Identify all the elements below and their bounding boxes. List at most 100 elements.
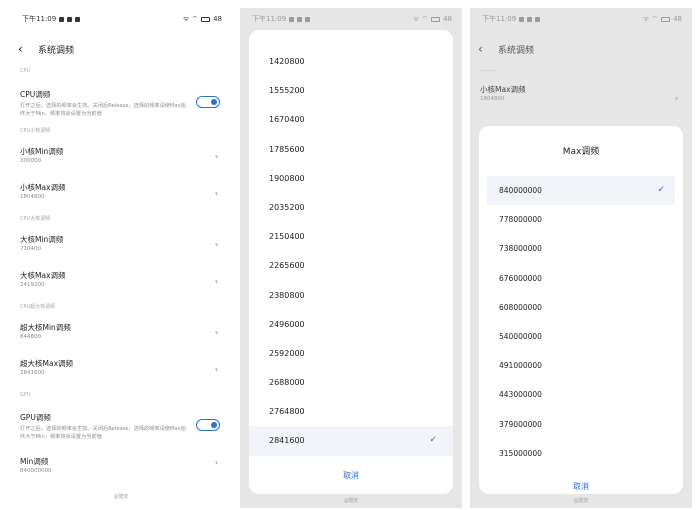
frequency-option[interactable]: 1420800	[249, 47, 453, 76]
frequency-option[interactable]: 2150400	[249, 222, 453, 251]
watermark: @酷安	[113, 494, 129, 500]
row-value: 1804800	[480, 96, 505, 102]
gpu-min-row[interactable]: Min调频 840000000 ▾	[10, 448, 232, 478]
screen-system-frequency: 下午11:09 ᯤ ⌔ 48 ‹ 系统调频 CPU CPU调频 打开之后，选择的…	[10, 8, 232, 508]
chevron-down-icon: ▾	[214, 329, 218, 337]
section-header-super-core: CPU超大核调频	[20, 304, 56, 310]
chevron-down-icon: ▾	[214, 366, 218, 374]
frequency-option[interactable]: 2841600 ✓	[249, 426, 453, 456]
option-label: 1900800	[269, 173, 305, 183]
small-core-min-row[interactable]: 小核Min调频 300000 ▾	[10, 138, 232, 176]
frequency-option[interactable]: 379000000	[487, 410, 675, 439]
cpu-freq-switch[interactable]	[196, 96, 220, 108]
gpu-freq-toggle-row[interactable]: GPU调频 打开之后，选择的频率会生效。关闭后Release，选择的频率请使Ma…	[10, 402, 232, 448]
frequency-option[interactable]: 2592000	[249, 339, 453, 368]
frequency-option[interactable]: 840000000 ✓	[487, 176, 675, 206]
frequency-option-list: 840000000 ✓ 778000000 738000000 676000000 608…	[479, 176, 683, 468]
option-label: 2841600	[269, 436, 305, 446]
option-label: 738000000	[499, 244, 542, 254]
checkmark-icon: ✓	[429, 435, 437, 446]
big-core-min-row[interactable]: 大核Min调频 710400 ▾	[10, 226, 232, 264]
row-value: 844800	[20, 334, 41, 340]
option-label: 540000000	[499, 331, 542, 341]
frequency-option[interactable]: 778000000	[487, 205, 675, 234]
frequency-option[interactable]: 2265600	[249, 251, 453, 280]
frequency-option[interactable]: 315000000	[487, 439, 675, 468]
option-label: 491000000	[499, 361, 542, 371]
frequency-option[interactable]: 491000000	[487, 351, 675, 380]
row-title: 超大核Min调频	[20, 323, 71, 332]
watermark: @酷安	[343, 498, 359, 504]
row-title: CPU调频	[20, 90, 51, 99]
chevron-down-icon: ▾	[214, 190, 218, 198]
frequency-option[interactable]: 1670400	[249, 105, 453, 134]
option-label: 1555200	[269, 86, 305, 96]
frequency-option[interactable]: 2380800	[249, 281, 453, 310]
notification-icon	[535, 16, 541, 22]
frequency-option[interactable]: 443000000	[487, 380, 675, 409]
notification-icon	[297, 16, 303, 22]
status-bar: 下午11:09 ᯤ ⌔ 48	[10, 8, 232, 30]
frequency-option[interactable]: 2764800	[249, 397, 453, 426]
option-label: 2150400	[269, 232, 305, 242]
gpu-freq-switch[interactable]	[196, 419, 220, 431]
status-time: 下午11:09	[22, 15, 57, 23]
option-label: 2496000	[269, 319, 305, 329]
cpu-freq-toggle-row[interactable]: CPU调频 打开之后，选择的频率会生效。关闭后Release，选择的频率请使Ma…	[10, 80, 232, 124]
nav-bar: ‹ 系统调频	[470, 38, 692, 60]
option-label: 840000000	[499, 186, 542, 195]
cancel-button[interactable]: 取消	[479, 468, 683, 494]
section-header-cpu: CPU	[20, 68, 31, 74]
chevron-down-icon: ▾	[214, 278, 218, 286]
section-header-gpu: GPU	[20, 392, 31, 398]
super-core-min-row[interactable]: 超大核Min调频 844800 ▾	[10, 314, 232, 352]
screen-max-frequency-dialog: 下午11:09 ᯤ ⌔ 48 ‹ 系统调频 ------ 小核Max调频 180…	[470, 8, 692, 508]
option-label: 676000000	[499, 273, 542, 283]
frequency-picker-dialog: 1420800 1555200 1670400 1785600 1900800 20352…	[249, 30, 453, 494]
frequency-option[interactable]: 2035200	[249, 193, 453, 222]
frequency-option[interactable]: 540000000	[487, 322, 675, 351]
row-title: 小核Min调频	[20, 147, 64, 156]
cancel-button[interactable]: 取消	[249, 456, 453, 494]
row-value: 2841600	[20, 370, 45, 376]
row-title: 大核Max调频	[20, 271, 66, 280]
watermark: @酷安	[573, 498, 589, 504]
status-time: 下午11:09	[482, 15, 517, 23]
small-core-max-row[interactable]: 小核Max调频 1804800 ▾	[10, 176, 232, 212]
frequency-option[interactable]: 2496000	[249, 310, 453, 339]
chevron-down-icon: ▾	[214, 459, 218, 467]
notification-icon	[527, 16, 533, 22]
chevron-left-icon[interactable]: ‹	[478, 43, 494, 55]
row-description: 打开之后，选择的频率会生效。关闭后Release，选择的频率请使Max始终大于M…	[20, 103, 186, 117]
frequency-option[interactable]: 738000000	[487, 234, 675, 263]
frequency-option-list: 1420800 1555200 1670400 1785600 1900800 20352…	[249, 30, 453, 456]
battery-level: 48	[673, 15, 682, 23]
row-title: 小核Max调频	[480, 85, 526, 94]
battery-icon	[201, 16, 211, 22]
frequency-option[interactable]: 1555200	[249, 76, 453, 105]
option-label: 2764800	[269, 407, 305, 417]
frequency-option[interactable]: 676000000	[487, 264, 675, 293]
chevron-down-icon: ▾	[674, 95, 678, 103]
option-label: 2380800	[269, 290, 305, 300]
big-core-max-row[interactable]: 大核Max调频 2419200 ▾	[10, 264, 232, 300]
signal-wifi-icon: ᯤ ⌔	[182, 14, 199, 23]
section-header-small-core: CPU小核调频	[20, 128, 51, 134]
section-header-big-core: CPU大核调频	[20, 216, 51, 222]
row-value: 300000	[20, 158, 41, 164]
frequency-option[interactable]: 2688000	[249, 368, 453, 397]
battery-icon	[431, 16, 441, 22]
row-title: 超大核Max调频	[20, 359, 74, 368]
small-core-max-row[interactable]: 小核Max调频 1804800 ▾	[470, 84, 692, 114]
chevron-left-icon[interactable]: ‹	[18, 43, 34, 55]
frequency-option[interactable]: 608000000	[487, 293, 675, 322]
section-header: ------	[480, 68, 497, 74]
super-core-max-row[interactable]: 超大核Max调频 2841600 ▾	[10, 352, 232, 388]
chevron-down-icon: ▾	[214, 153, 218, 161]
option-label: 379000000	[499, 419, 542, 429]
max-frequency-dialog: Max调频 840000000 ✓ 778000000 738000000 676000…	[479, 126, 683, 494]
row-value: 840000000	[20, 468, 52, 474]
frequency-option[interactable]: 1900800	[249, 164, 453, 193]
row-title: GPU调频	[20, 413, 51, 422]
frequency-option[interactable]: 1785600	[249, 135, 453, 164]
